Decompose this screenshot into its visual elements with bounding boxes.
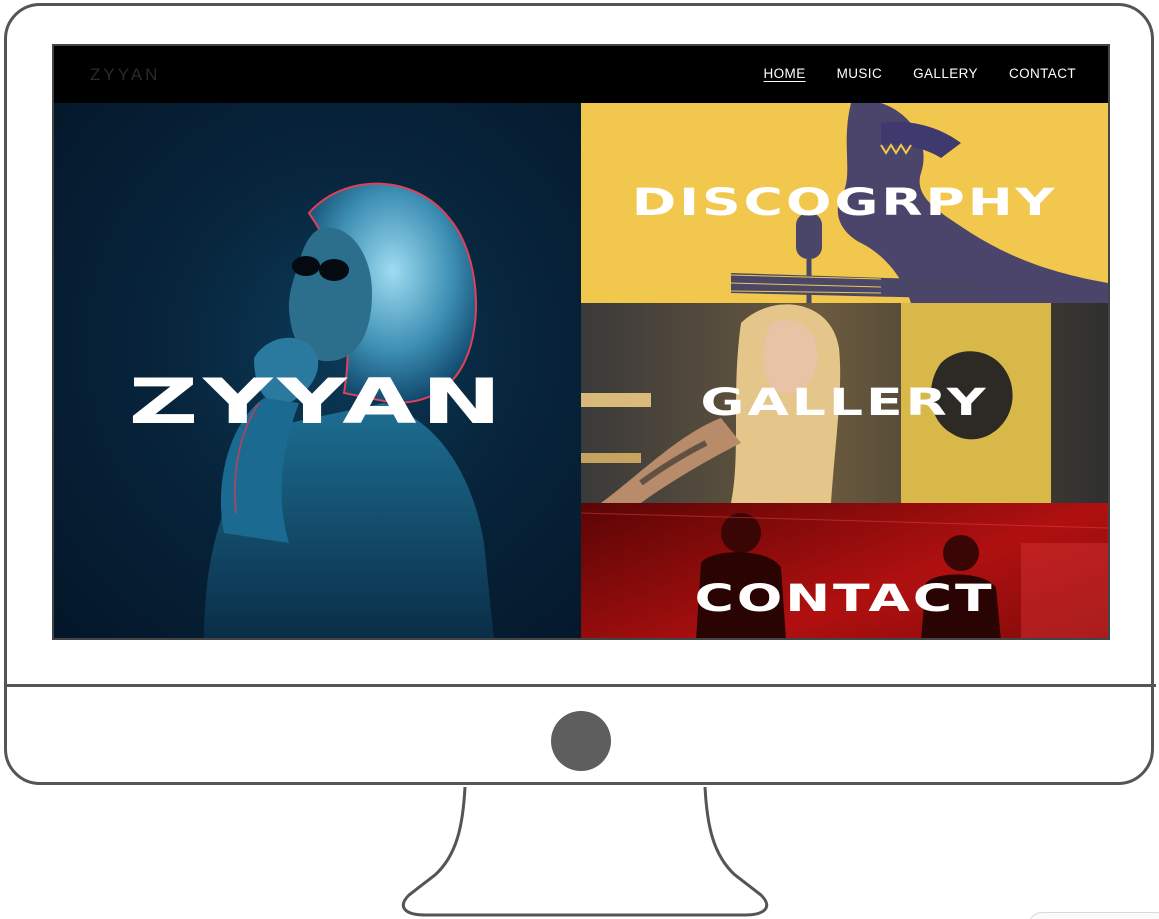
website-screen: ZYYAN HOME MUSIC GALLERY CONTACT ZYYAN D… (52, 44, 1110, 640)
monitor-chin-divider (4, 684, 1156, 687)
discography-label: DISCOGRPHY (631, 181, 1058, 224)
discography-tile[interactable]: DISCOGRPHY (581, 103, 1108, 303)
contact-label: CONTACT (694, 577, 995, 620)
nav-contact[interactable]: CONTACT (1009, 66, 1076, 81)
contact-tile[interactable]: CONTACT (581, 503, 1108, 638)
gallery-label: GALLERY (700, 381, 989, 424)
hero-title: ZYYAN (128, 365, 507, 438)
nav-home[interactable]: HOME (764, 66, 806, 81)
nav-music[interactable]: MUSIC (837, 66, 883, 81)
monitor-mockup: ZYYAN HOME MUSIC GALLERY CONTACT ZYYAN D… (0, 0, 1159, 919)
site-header: ZYYAN HOME MUSIC GALLERY CONTACT (54, 46, 1108, 103)
main-nav: HOME MUSIC GALLERY CONTACT (764, 66, 1077, 81)
site-logo[interactable]: ZYYAN (90, 65, 160, 85)
hero-panel: ZYYAN (54, 103, 581, 638)
monitor-stand (402, 786, 768, 917)
gallery-tile[interactable]: GALLERY (581, 303, 1108, 503)
nav-gallery[interactable]: GALLERY (913, 66, 978, 81)
corner-widget (1028, 912, 1159, 919)
power-button-icon (551, 711, 611, 771)
